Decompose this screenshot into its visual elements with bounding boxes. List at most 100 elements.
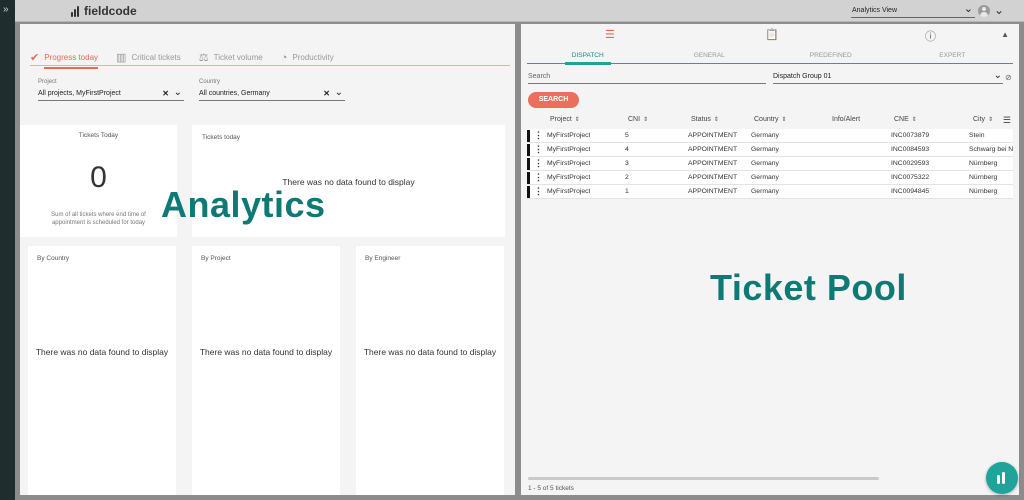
col-cni[interactable]: CNI ⇕ xyxy=(628,116,648,123)
col-info-alert[interactable]: Info/Alert xyxy=(832,116,860,123)
fieldcode-logo-icon xyxy=(71,5,79,17)
pin-icon[interactable]: ▲ xyxy=(1001,30,1009,39)
cell-country: Germany xyxy=(751,188,779,195)
col-label: Country xyxy=(754,116,779,123)
card-title: By Project xyxy=(201,255,231,262)
table-row[interactable]: ⋮ MyFirstProject 3 APPOINTMENT Germany I… xyxy=(527,157,1013,171)
drag-handle[interactable] xyxy=(527,172,530,184)
list-icon[interactable]: ☰ xyxy=(605,28,615,41)
ticket-pool-icon-bar: ☰ 📋 ⓘ ▲ xyxy=(521,28,1019,46)
row-menu-icon[interactable]: ⋮ xyxy=(534,129,543,142)
cell-city: Nürnberg xyxy=(969,160,998,167)
col-label: Info/Alert xyxy=(832,116,861,123)
col-country[interactable]: Country ⇕ xyxy=(754,116,787,123)
horizontal-scrollbar[interactable] xyxy=(528,477,879,480)
paperclip-icon[interactable]: ⊘ xyxy=(1005,73,1012,82)
chevron-down-icon: ⌄ xyxy=(963,3,973,15)
tab-label: Critical tickets xyxy=(131,53,181,62)
column-settings-icon[interactable]: ☰ xyxy=(1003,115,1011,126)
table-row[interactable]: ⋮ MyFirstProject 5 APPOINTMENT Germany I… xyxy=(527,129,1013,143)
card-title: By Country xyxy=(37,255,70,262)
tickets-today-count-card: Tickets Today 0 Sum of all tickets where… xyxy=(20,125,177,237)
tab-expert[interactable]: EXPERT xyxy=(892,48,1014,63)
no-data-message: There was no data found to display xyxy=(35,347,169,357)
row-menu-icon[interactable]: ⋮ xyxy=(534,143,543,156)
info-icon[interactable]: ⓘ xyxy=(925,28,936,44)
chevron-down-icon: ⌄ xyxy=(993,70,1002,81)
no-data-message: There was no data found to display xyxy=(363,347,497,357)
search-input[interactable]: Search xyxy=(528,71,766,84)
user-menu-chevron-icon[interactable]: ⌄ xyxy=(994,3,1004,17)
by-engineer-card: By Engineer There was no data found to d… xyxy=(356,246,504,495)
sort-icon: ⇕ xyxy=(911,117,917,123)
cell-status: APPOINTMENT xyxy=(688,188,738,195)
ticket-pool-panel: ☰ 📋 ⓘ ▲ DISPATCH GENERAL PREDEFINED EXPE… xyxy=(521,24,1019,495)
ticket-pool-overlay-label: Ticket Pool xyxy=(710,267,907,308)
table-row[interactable]: ⋮ MyFirstProject 4 APPOINTMENT Germany I… xyxy=(527,143,1013,157)
country-filter-value: All countries, Germany xyxy=(199,90,270,97)
brand-name: fieldcode xyxy=(84,4,137,18)
project-filter-select[interactable]: All projects, MyFirstProject ✕ ⌄ xyxy=(38,87,184,101)
drag-handle[interactable] xyxy=(527,186,530,198)
tab-general[interactable]: GENERAL xyxy=(649,48,771,63)
drag-handle[interactable] xyxy=(527,130,530,142)
cell-cne: INC0073879 xyxy=(891,132,930,139)
cell-city: Nürnberg xyxy=(969,174,998,181)
cell-country: Germany xyxy=(751,146,779,153)
pagination-summary: 1 - 5 of 5 tickets xyxy=(528,485,574,492)
sort-icon: ⇕ xyxy=(713,117,719,123)
row-menu-icon[interactable]: ⋮ xyxy=(534,171,543,184)
table-row[interactable]: ⋮ MyFirstProject 2 APPOINTMENT Germany I… xyxy=(527,171,1013,185)
chevron-down-icon[interactable]: ⌄ xyxy=(335,87,343,99)
by-project-card: By Project There was no data found to di… xyxy=(192,246,340,495)
search-button[interactable]: SEARCH xyxy=(528,92,579,108)
view-select-value: Analytics View xyxy=(852,7,898,14)
col-status[interactable]: Status ⇕ xyxy=(691,116,719,123)
cell-project: MyFirstProject xyxy=(547,174,591,181)
fab-logo-bar xyxy=(997,475,1000,484)
cell-cni: 1 xyxy=(625,188,629,195)
bar-chart-icon: ▥ xyxy=(116,52,127,64)
cell-cni: 3 xyxy=(625,160,629,167)
row-menu-icon[interactable]: ⋮ xyxy=(534,157,543,170)
fieldcode-assistant-button[interactable] xyxy=(986,462,1018,494)
table-row[interactable]: ⋮ MyFirstProject 1 APPOINTMENT Germany I… xyxy=(527,185,1013,199)
cell-project: MyFirstProject xyxy=(547,146,591,153)
cell-status: APPOINTMENT xyxy=(688,146,738,153)
tab-dispatch[interactable]: DISPATCH xyxy=(527,48,649,65)
cell-cne: INC0029593 xyxy=(891,160,930,167)
project-filter-label: Project xyxy=(38,79,57,85)
expand-rail-icon[interactable]: » xyxy=(3,5,9,15)
user-avatar-icon[interactable] xyxy=(978,5,990,17)
drag-handle[interactable] xyxy=(527,158,530,170)
cell-city: Schwarg bei Nü xyxy=(969,146,1013,153)
card-title: By Engineer xyxy=(365,255,401,262)
dispatch-group-select[interactable]: Dispatch Group 01 ⌄ xyxy=(773,70,1003,84)
clipboard-icon[interactable]: 📋 xyxy=(765,28,779,41)
cell-country: Germany xyxy=(751,174,779,181)
sort-icon: ⇕ xyxy=(574,117,580,123)
cell-cni: 4 xyxy=(625,146,629,153)
col-city[interactable]: City ⇕ xyxy=(973,116,993,123)
fieldcode-logo[interactable]: fieldcode xyxy=(71,4,137,18)
ticket-pool-subtabs: DISPATCH GENERAL PREDEFINED EXPERT xyxy=(527,48,1014,65)
col-cne[interactable]: CNE ⇕ xyxy=(894,116,917,123)
side-rail: » xyxy=(0,0,15,500)
col-project[interactable]: Project ⇕ xyxy=(550,116,580,123)
scale-icon: ⚖ xyxy=(198,52,209,64)
top-bar: fieldcode Analytics View ⌄ ⌄ xyxy=(15,0,1024,22)
cell-cni: 5 xyxy=(625,132,629,139)
tickets-today-description: Sum of all tickets where end time of app… xyxy=(51,212,146,226)
cell-cne: INC0075322 xyxy=(891,174,930,181)
row-menu-icon[interactable]: ⋮ xyxy=(534,185,543,198)
view-select[interactable]: Analytics View ⌄ xyxy=(851,3,975,18)
analytics-overlay-label: Analytics xyxy=(161,184,326,225)
country-filter-select[interactable]: All countries, Germany ✕ ⌄ xyxy=(199,87,345,101)
tab-predefined[interactable]: PREDEFINED xyxy=(770,48,892,63)
col-label: CNE xyxy=(894,116,909,123)
drag-handle[interactable] xyxy=(527,144,530,156)
clear-project-icon[interactable]: ✕ xyxy=(162,88,169,100)
chevron-down-icon[interactable]: ⌄ xyxy=(174,87,182,99)
cell-cni: 2 xyxy=(625,174,629,181)
clear-country-icon[interactable]: ✕ xyxy=(323,88,330,100)
